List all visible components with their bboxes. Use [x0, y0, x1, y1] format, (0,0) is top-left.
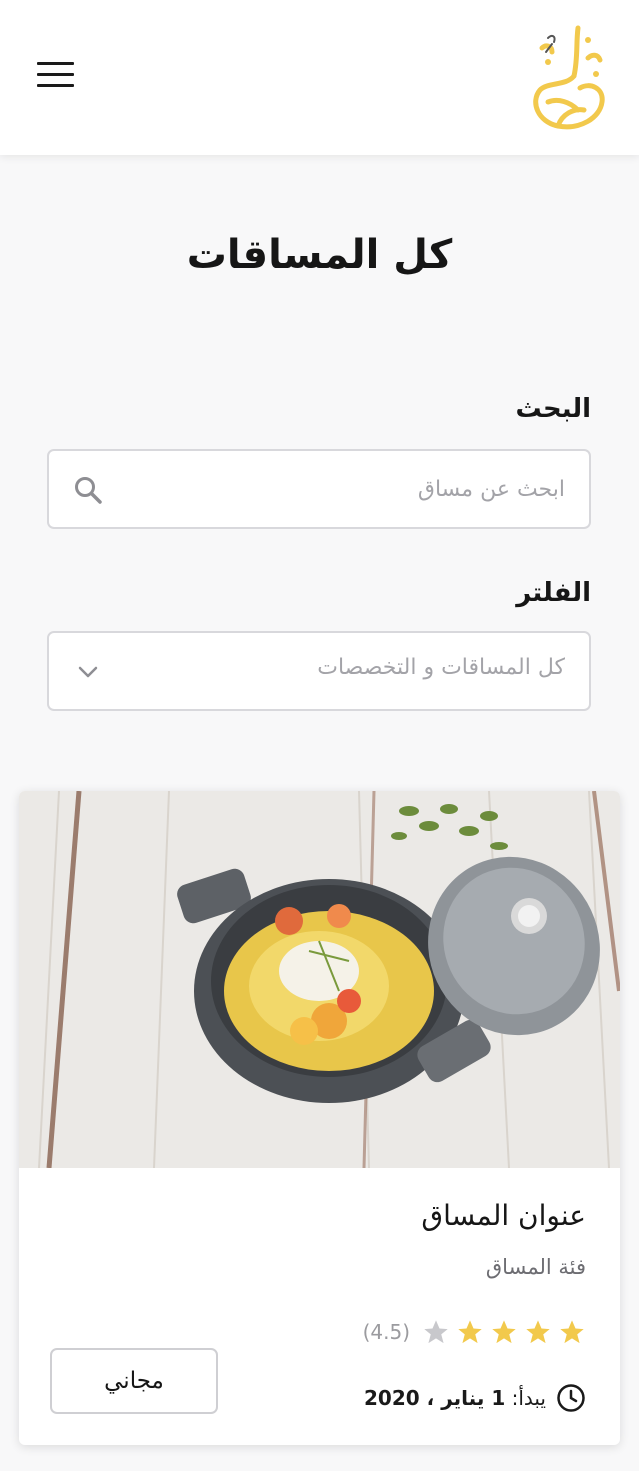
start-prefix: يبدأ:	[511, 1386, 546, 1410]
star-filled-icon	[492, 1320, 516, 1344]
chevron-down-icon[interactable]	[77, 661, 99, 683]
course-card[interactable]: عنوان المساق فئة المساق (4.5) مجاني يبدأ…	[19, 791, 620, 1445]
top-bar	[0, 0, 639, 155]
calligraphy-logo-icon[interactable]	[518, 18, 610, 136]
start-date-text: يبدأ: 1 يناير ، 2020	[364, 1386, 546, 1410]
menu-line	[37, 84, 74, 87]
star-filled-icon	[458, 1320, 482, 1344]
filter-selected-value: كل المساقات و التخصصات	[317, 655, 565, 680]
course-category: فئة المساق	[485, 1255, 586, 1279]
price-button[interactable]: مجاني	[50, 1348, 218, 1414]
start-date: يبدأ: 1 يناير ، 2020	[364, 1381, 586, 1415]
menu-line	[37, 62, 74, 65]
page-title: كل المساقات	[186, 232, 453, 278]
course-image[interactable]	[19, 791, 620, 1168]
star-filled-icon	[526, 1320, 550, 1344]
search-label: البحث	[515, 394, 591, 424]
filter-label: الفلتر	[516, 578, 591, 608]
menu-line	[37, 73, 74, 76]
filter-select[interactable]: كل المساقات و التخصصات	[47, 631, 591, 711]
hamburger-icon[interactable]	[37, 62, 74, 90]
star-filled-icon	[560, 1320, 584, 1344]
star-empty-icon	[424, 1320, 448, 1344]
clock-icon	[557, 1384, 585, 1412]
page: كل المساقات البحث الفلتر كل المساقات و ا…	[0, 0, 639, 1471]
search-field[interactable]	[47, 449, 591, 529]
search-input[interactable]	[145, 469, 565, 509]
course-rating: (4.5)	[363, 1317, 586, 1347]
course-title[interactable]: عنوان المساق	[421, 1199, 586, 1232]
search-icon[interactable]	[73, 475, 103, 505]
start-date-value: 1 يناير ، 2020	[364, 1386, 506, 1410]
rating-value: (4.5)	[362, 1320, 410, 1344]
